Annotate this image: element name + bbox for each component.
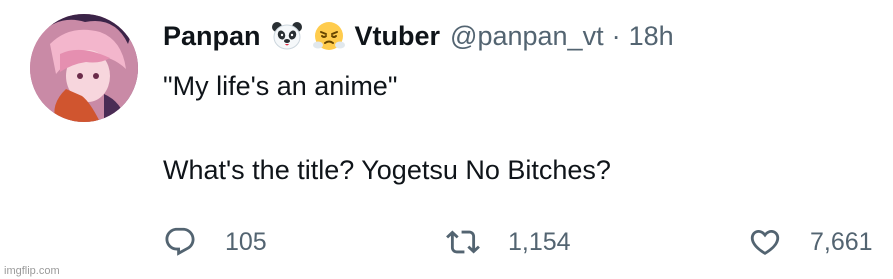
separator-dot: · [611,20,621,51]
like-icon [748,225,782,259]
tweet-text: "My life's an anime" What's the title? Y… [163,68,611,188]
reply-icon [163,225,197,259]
retweet-icon [446,225,480,259]
face-with-steam-emoji [312,20,345,52]
tweet-actions: 105 1,154 7,661 [0,222,893,262]
tweet-text-line-1: "My life's an anime" [163,71,398,101]
tweet-card[interactable]: Panpan Vtuber @panpan_vt · 18h "My life'… [0,0,893,279]
retweet-button[interactable]: 1,154 [446,222,571,262]
watermark: imgflip.com [4,265,60,277]
like-button[interactable]: 7,661 [748,222,873,262]
tweet-header: Panpan Vtuber @panpan_vt · 18h [163,16,674,56]
retweet-count: 1,154 [508,227,571,256]
avatar[interactable] [30,14,138,122]
reply-button[interactable]: 105 [163,222,267,262]
tweet-text-line-2: What's the title? Yogetsu No Bitches? [163,155,611,185]
display-name-suffix[interactable]: Vtuber [355,21,441,52]
display-name[interactable]: Panpan [163,21,261,52]
panda-face-emoji [271,20,303,52]
reply-count: 105 [225,227,267,256]
like-count: 7,661 [810,227,873,256]
user-handle[interactable]: @panpan_vt [450,21,604,52]
timestamp[interactable]: 18h [629,21,674,52]
